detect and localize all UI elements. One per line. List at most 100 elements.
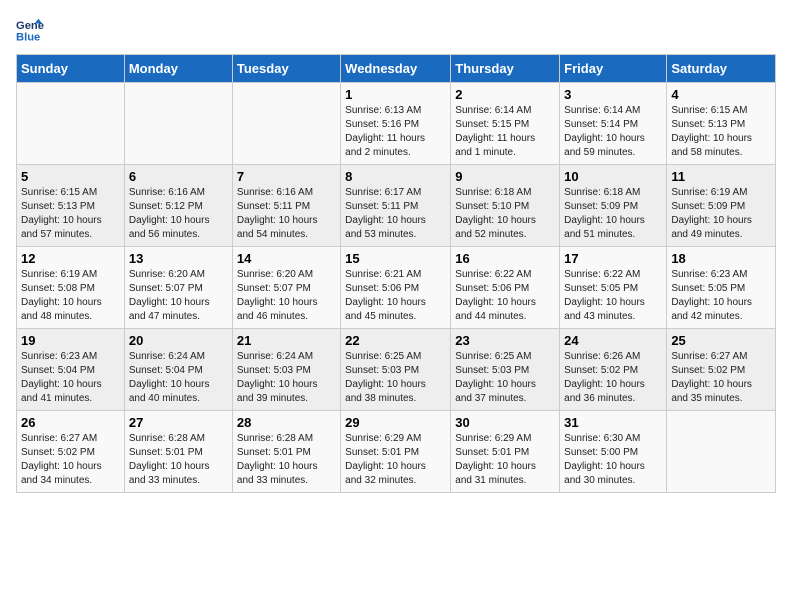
logo: General Blue (16, 16, 48, 44)
day-number: 10 (564, 169, 662, 184)
calendar-cell: 4Sunrise: 6:15 AM Sunset: 5:13 PM Daylig… (667, 83, 776, 165)
day-number: 27 (129, 415, 228, 430)
day-info: Sunrise: 6:25 AM Sunset: 5:03 PM Dayligh… (455, 350, 555, 406)
day-info: Sunrise: 6:16 AM Sunset: 5:12 PM Dayligh… (129, 186, 228, 242)
calendar-week-1: 1 Sunrise: 6:13 AM Sunset: 5:16 PM Daylig… (17, 83, 776, 165)
day-number: 8 (345, 169, 446, 184)
day-number: 9 (455, 169, 555, 184)
day-number: 19 (21, 333, 120, 348)
day-number: 5 (21, 169, 120, 184)
calendar-cell: 25Sunrise: 6:27 AM Sunset: 5:02 PM Dayli… (667, 329, 776, 411)
day-number: 30 (455, 415, 555, 430)
calendar-cell: 11 Sunrise: 6:19 AM Sunset: 5:09 PM Dayli… (667, 165, 776, 247)
day-number: 28 (237, 415, 336, 430)
day-info: Sunrise: 6:19 AM Sunset: 5:08 PM Dayligh… (21, 268, 120, 324)
day-number: 12 (21, 251, 120, 266)
day-number: 3 (564, 87, 662, 102)
weekday-header-monday: Monday (124, 55, 232, 83)
day-info: Sunrise: 6:27 AM Sunset: 5:02 PM Dayligh… (21, 432, 120, 488)
calendar-cell: 9 Sunrise: 6:18 AM Sunset: 5:10 PM Daylig… (451, 165, 560, 247)
calendar-cell: 31 Sunrise: 6:30 AM Sunset: 5:00 PM Dayli… (560, 411, 667, 493)
day-number: 18 (671, 251, 771, 266)
calendar-table: SundayMondayTuesdayWednesdayThursdayFrid… (16, 54, 776, 493)
day-number: 24 (564, 333, 662, 348)
day-info: Sunrise: 6:22 AM Sunset: 5:05 PM Dayligh… (564, 268, 662, 324)
calendar-week-3: 12 Sunrise: 6:19 AM Sunset: 5:08 PM Dayli… (17, 247, 776, 329)
day-number: 16 (455, 251, 555, 266)
weekday-header-sunday: Sunday (17, 55, 125, 83)
calendar-week-2: 5 Sunrise: 6:15 AM Sunset: 5:13 PM Daylig… (17, 165, 776, 247)
calendar-cell: 21 Sunrise: 6:24 AM Sunset: 5:03 PM Dayli… (232, 329, 340, 411)
calendar-cell: 14Sunrise: 6:20 AM Sunset: 5:07 PM Dayli… (232, 247, 340, 329)
day-info: Sunrise: 6:17 AM Sunset: 5:11 PM Dayligh… (345, 186, 446, 242)
day-info: Sunrise: 6:22 AM Sunset: 5:06 PM Dayligh… (455, 268, 555, 324)
day-number: 22 (345, 333, 446, 348)
day-info: Sunrise: 6:26 AM Sunset: 5:02 PM Dayligh… (564, 350, 662, 406)
day-number: 11 (671, 169, 771, 184)
day-number: 1 (345, 87, 446, 102)
weekday-header-row: SundayMondayTuesdayWednesdayThursdayFrid… (17, 55, 776, 83)
day-number: 31 (564, 415, 662, 430)
day-info: Sunrise: 6:23 AM Sunset: 5:04 PM Dayligh… (21, 350, 120, 406)
day-number: 23 (455, 333, 555, 348)
calendar-cell: 5 Sunrise: 6:15 AM Sunset: 5:13 PM Daylig… (17, 165, 125, 247)
day-info: Sunrise: 6:25 AM Sunset: 5:03 PM Dayligh… (345, 350, 446, 406)
calendar-cell: 8 Sunrise: 6:17 AM Sunset: 5:11 PM Daylig… (341, 165, 451, 247)
day-info: Sunrise: 6:28 AM Sunset: 5:01 PM Dayligh… (129, 432, 228, 488)
calendar-week-4: 19 Sunrise: 6:23 AM Sunset: 5:04 PM Dayli… (17, 329, 776, 411)
calendar-cell: 30Sunrise: 6:29 AM Sunset: 5:01 PM Dayli… (451, 411, 560, 493)
day-info: Sunrise: 6:20 AM Sunset: 5:07 PM Dayligh… (129, 268, 228, 324)
calendar-cell: 1 Sunrise: 6:13 AM Sunset: 5:16 PM Daylig… (341, 83, 451, 165)
day-info: Sunrise: 6:24 AM Sunset: 5:04 PM Dayligh… (129, 350, 228, 406)
calendar-cell: 27 Sunrise: 6:28 AM Sunset: 5:01 PM Dayli… (124, 411, 232, 493)
day-number: 13 (129, 251, 228, 266)
day-number: 4 (671, 87, 771, 102)
day-info: Sunrise: 6:13 AM Sunset: 5:16 PM Dayligh… (345, 104, 446, 160)
day-info: Sunrise: 6:19 AM Sunset: 5:09 PM Dayligh… (671, 186, 771, 242)
calendar-cell: 7 Sunrise: 6:16 AM Sunset: 5:11 PM Daylig… (232, 165, 340, 247)
calendar-cell: 15 Sunrise: 6:21 AM Sunset: 5:06 PM Dayli… (341, 247, 451, 329)
page-header: General Blue (16, 16, 776, 44)
day-number: 20 (129, 333, 228, 348)
calendar-cell: 22 Sunrise: 6:25 AM Sunset: 5:03 PM Dayli… (341, 329, 451, 411)
day-info: Sunrise: 6:14 AM Sunset: 5:14 PM Dayligh… (564, 104, 662, 160)
weekday-header-wednesday: Wednesday (341, 55, 451, 83)
day-number: 21 (237, 333, 336, 348)
day-info: Sunrise: 6:20 AM Sunset: 5:07 PM Dayligh… (237, 268, 336, 324)
day-info: Sunrise: 6:27 AM Sunset: 5:02 PM Dayligh… (671, 350, 771, 406)
calendar-cell: 29 Sunrise: 6:29 AM Sunset: 5:01 PM Dayli… (341, 411, 451, 493)
day-number: 2 (455, 87, 555, 102)
day-info: Sunrise: 6:21 AM Sunset: 5:06 PM Dayligh… (345, 268, 446, 324)
day-number: 6 (129, 169, 228, 184)
day-info: Sunrise: 6:30 AM Sunset: 5:00 PM Dayligh… (564, 432, 662, 488)
calendar-cell: 24 Sunrise: 6:26 AM Sunset: 5:02 PM Dayli… (560, 329, 667, 411)
day-number: 26 (21, 415, 120, 430)
weekday-header-thursday: Thursday (451, 55, 560, 83)
calendar-cell: 12 Sunrise: 6:19 AM Sunset: 5:08 PM Dayli… (17, 247, 125, 329)
day-info: Sunrise: 6:15 AM Sunset: 5:13 PM Dayligh… (21, 186, 120, 242)
calendar-cell: 23 Sunrise: 6:25 AM Sunset: 5:03 PM Dayli… (451, 329, 560, 411)
day-number: 17 (564, 251, 662, 266)
weekday-header-friday: Friday (560, 55, 667, 83)
calendar-cell: 17 Sunrise: 6:22 AM Sunset: 5:05 PM Dayli… (560, 247, 667, 329)
day-info: Sunrise: 6:18 AM Sunset: 5:09 PM Dayligh… (564, 186, 662, 242)
calendar-cell: 19 Sunrise: 6:23 AM Sunset: 5:04 PM Dayli… (17, 329, 125, 411)
calendar-cell: 13 Sunrise: 6:20 AM Sunset: 5:07 PM Dayli… (124, 247, 232, 329)
day-number: 29 (345, 415, 446, 430)
calendar-cell (17, 83, 125, 165)
calendar-cell (232, 83, 340, 165)
day-info: Sunrise: 6:24 AM Sunset: 5:03 PM Dayligh… (237, 350, 336, 406)
calendar-cell: 28 Sunrise: 6:28 AM Sunset: 5:01 PM Dayli… (232, 411, 340, 493)
day-info: Sunrise: 6:29 AM Sunset: 5:01 PM Dayligh… (345, 432, 446, 488)
calendar-cell: 2 Sunrise: 6:14 AM Sunset: 5:15 PM Daylig… (451, 83, 560, 165)
svg-text:Blue: Blue (16, 31, 40, 43)
day-info: Sunrise: 6:14 AM Sunset: 5:15 PM Dayligh… (455, 104, 555, 160)
calendar-week-5: 26 Sunrise: 6:27 AM Sunset: 5:02 PM Dayli… (17, 411, 776, 493)
day-info: Sunrise: 6:28 AM Sunset: 5:01 PM Dayligh… (237, 432, 336, 488)
day-number: 15 (345, 251, 446, 266)
calendar-cell (667, 411, 776, 493)
day-info: Sunrise: 6:16 AM Sunset: 5:11 PM Dayligh… (237, 186, 336, 242)
day-info: Sunrise: 6:18 AM Sunset: 5:10 PM Dayligh… (455, 186, 555, 242)
calendar-cell: 6 Sunrise: 6:16 AM Sunset: 5:12 PM Daylig… (124, 165, 232, 247)
day-number: 7 (237, 169, 336, 184)
